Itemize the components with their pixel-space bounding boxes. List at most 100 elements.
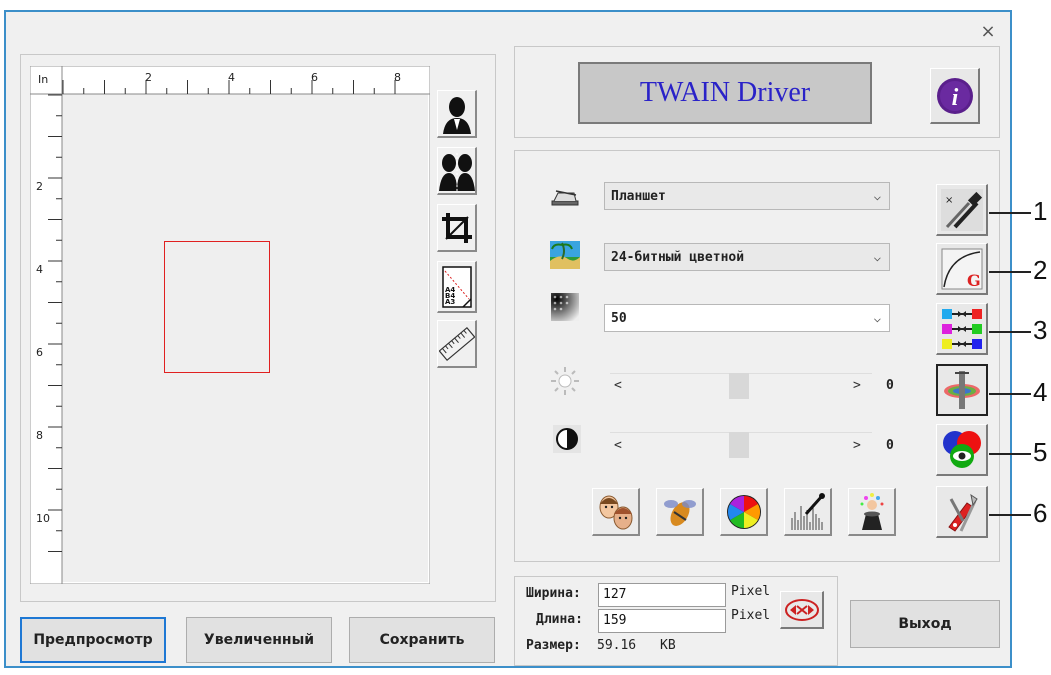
callout-number: 1 — [1033, 196, 1048, 226]
ruler-icon — [438, 326, 475, 361]
auto-scan-tool-button[interactable] — [437, 90, 477, 138]
descreen-tool-button[interactable] — [656, 488, 704, 536]
eyedropper-tool-button[interactable]: × — [936, 184, 988, 236]
gamma-tool-button[interactable]: G — [936, 243, 988, 295]
paper-size-tool-button[interactable]: A4 B4 A3 — [437, 261, 477, 313]
callout-line — [989, 271, 1031, 273]
color-wheel-icon — [726, 494, 761, 529]
svg-text:×: × — [945, 195, 953, 206]
resolution-select[interactable]: 50 ⌵ — [604, 304, 890, 332]
contrast-slider-thumb[interactable] — [729, 432, 749, 458]
brightness-value: 0 — [886, 378, 894, 393]
callout-number: 5 — [1033, 437, 1048, 467]
chevron-down-icon: ⌵ — [873, 189, 881, 203]
preview-button[interactable]: Предпросмотр — [20, 617, 166, 663]
color-drop-tool-button[interactable] — [936, 424, 988, 476]
contrast-icon — [552, 424, 582, 454]
chevron-down-icon: ⌵ — [873, 250, 881, 264]
histogram-icon — [791, 492, 825, 530]
svg-text:i: i — [951, 85, 958, 111]
eyedropper-icon: × — [940, 188, 983, 231]
measure-tool-button[interactable] — [437, 320, 477, 368]
brightness-slider-thumb[interactable] — [729, 373, 749, 399]
aspect-lock-button[interactable] — [780, 591, 824, 629]
callout-line — [989, 453, 1031, 455]
scanner-icon — [550, 181, 580, 211]
callout-line — [989, 212, 1031, 214]
selection-rectangle[interactable] — [164, 241, 270, 373]
ruler-left-label: 10 — [36, 512, 50, 525]
scan-source-select[interactable]: Планшет ⌵ — [604, 182, 890, 210]
zoom-button[interactable]: Увеличенный — [186, 617, 332, 663]
faces-tool-button[interactable] — [592, 488, 640, 536]
paper-size-icon: A4 B4 A3 — [441, 265, 472, 308]
callout-line — [989, 393, 1031, 395]
histogram-tool-button[interactable] — [784, 488, 832, 536]
exit-button[interactable]: Выход — [850, 600, 1000, 648]
ruler-top-label: 8 — [394, 71, 401, 84]
scan-source-value: Планшет — [611, 188, 666, 204]
callout-line — [989, 514, 1031, 516]
dual-portrait-icon — [438, 152, 475, 191]
brightness-decrease[interactable]: < — [614, 378, 622, 393]
color-drop-icon — [942, 430, 981, 468]
ruler-top-label: 2 — [145, 71, 152, 84]
height-field[interactable]: 159 — [598, 609, 726, 633]
tools-icon — [947, 493, 978, 532]
ruler-left-label: 6 — [36, 346, 43, 359]
ruler-left-label: 8 — [36, 429, 43, 442]
contrast-value: 0 — [886, 438, 894, 453]
ruler-left-label: 4 — [36, 263, 43, 276]
callout-line — [989, 331, 1031, 333]
crop-icon — [441, 212, 472, 243]
contrast-decrease[interactable]: < — [614, 438, 622, 453]
width-unit: Pixel — [731, 584, 771, 599]
image-mode-icon — [550, 240, 580, 270]
gamma-curve-icon: G — [941, 248, 982, 290]
callout-number: 3 — [1033, 315, 1048, 345]
size-unit: KB — [660, 638, 676, 653]
ruler-top-label: 4 — [228, 71, 235, 84]
ruler-left-label: 2 — [36, 180, 43, 193]
color-balance-icon — [941, 308, 982, 349]
image-mode-value: 24-битный цветной — [611, 249, 745, 265]
callout-number: 2 — [1033, 255, 1048, 285]
aspect-lock-icon — [784, 598, 819, 621]
twain-driver-title-button[interactable]: TWAIN Driver — [578, 62, 872, 124]
filter-icon — [944, 371, 980, 409]
close-button[interactable]: × — [975, 20, 1001, 44]
filter-tool-button[interactable] — [936, 364, 988, 416]
info-icon: i — [936, 77, 973, 114]
descreen-icon — [663, 499, 696, 526]
ruler-unit-label: In — [38, 73, 49, 86]
contrast-increase[interactable]: > — [853, 438, 861, 453]
about-button[interactable]: i — [930, 68, 980, 124]
save-button[interactable]: Сохранить — [349, 617, 495, 663]
color-wheel-tool-button[interactable] — [720, 488, 768, 536]
color-balance-tool-button[interactable] — [936, 303, 988, 355]
magic-tool-button[interactable] — [848, 488, 896, 536]
height-unit: Pixel — [731, 608, 771, 623]
height-label: Длина: — [536, 612, 583, 627]
size-value: 59.16 — [597, 638, 637, 653]
image-mode-select[interactable]: 24-битный цветной ⌵ — [604, 243, 890, 271]
callout-number: 4 — [1033, 377, 1048, 407]
brightness-increase[interactable]: > — [853, 378, 861, 393]
svg-text:G: G — [967, 271, 981, 290]
svg-text:A3: A3 — [445, 298, 455, 306]
resolution-value: 50 — [611, 310, 627, 326]
brightness-icon — [550, 366, 580, 396]
chevron-down-icon: ⌵ — [873, 311, 881, 325]
size-label: Размер: — [526, 638, 581, 653]
callout-number: 6 — [1033, 498, 1048, 528]
faces-icon — [599, 495, 632, 529]
portrait-icon — [442, 96, 471, 134]
width-label: Ширина: — [526, 586, 581, 601]
crop-tool-button[interactable] — [437, 204, 477, 252]
width-field[interactable]: 127 — [598, 583, 726, 607]
multi-scan-tool-button[interactable] — [437, 147, 477, 195]
ruler-top-label: 6 — [311, 71, 318, 84]
magic-hat-icon — [860, 492, 883, 530]
halftone-icon — [550, 292, 580, 322]
tools-button[interactable] — [936, 486, 988, 538]
